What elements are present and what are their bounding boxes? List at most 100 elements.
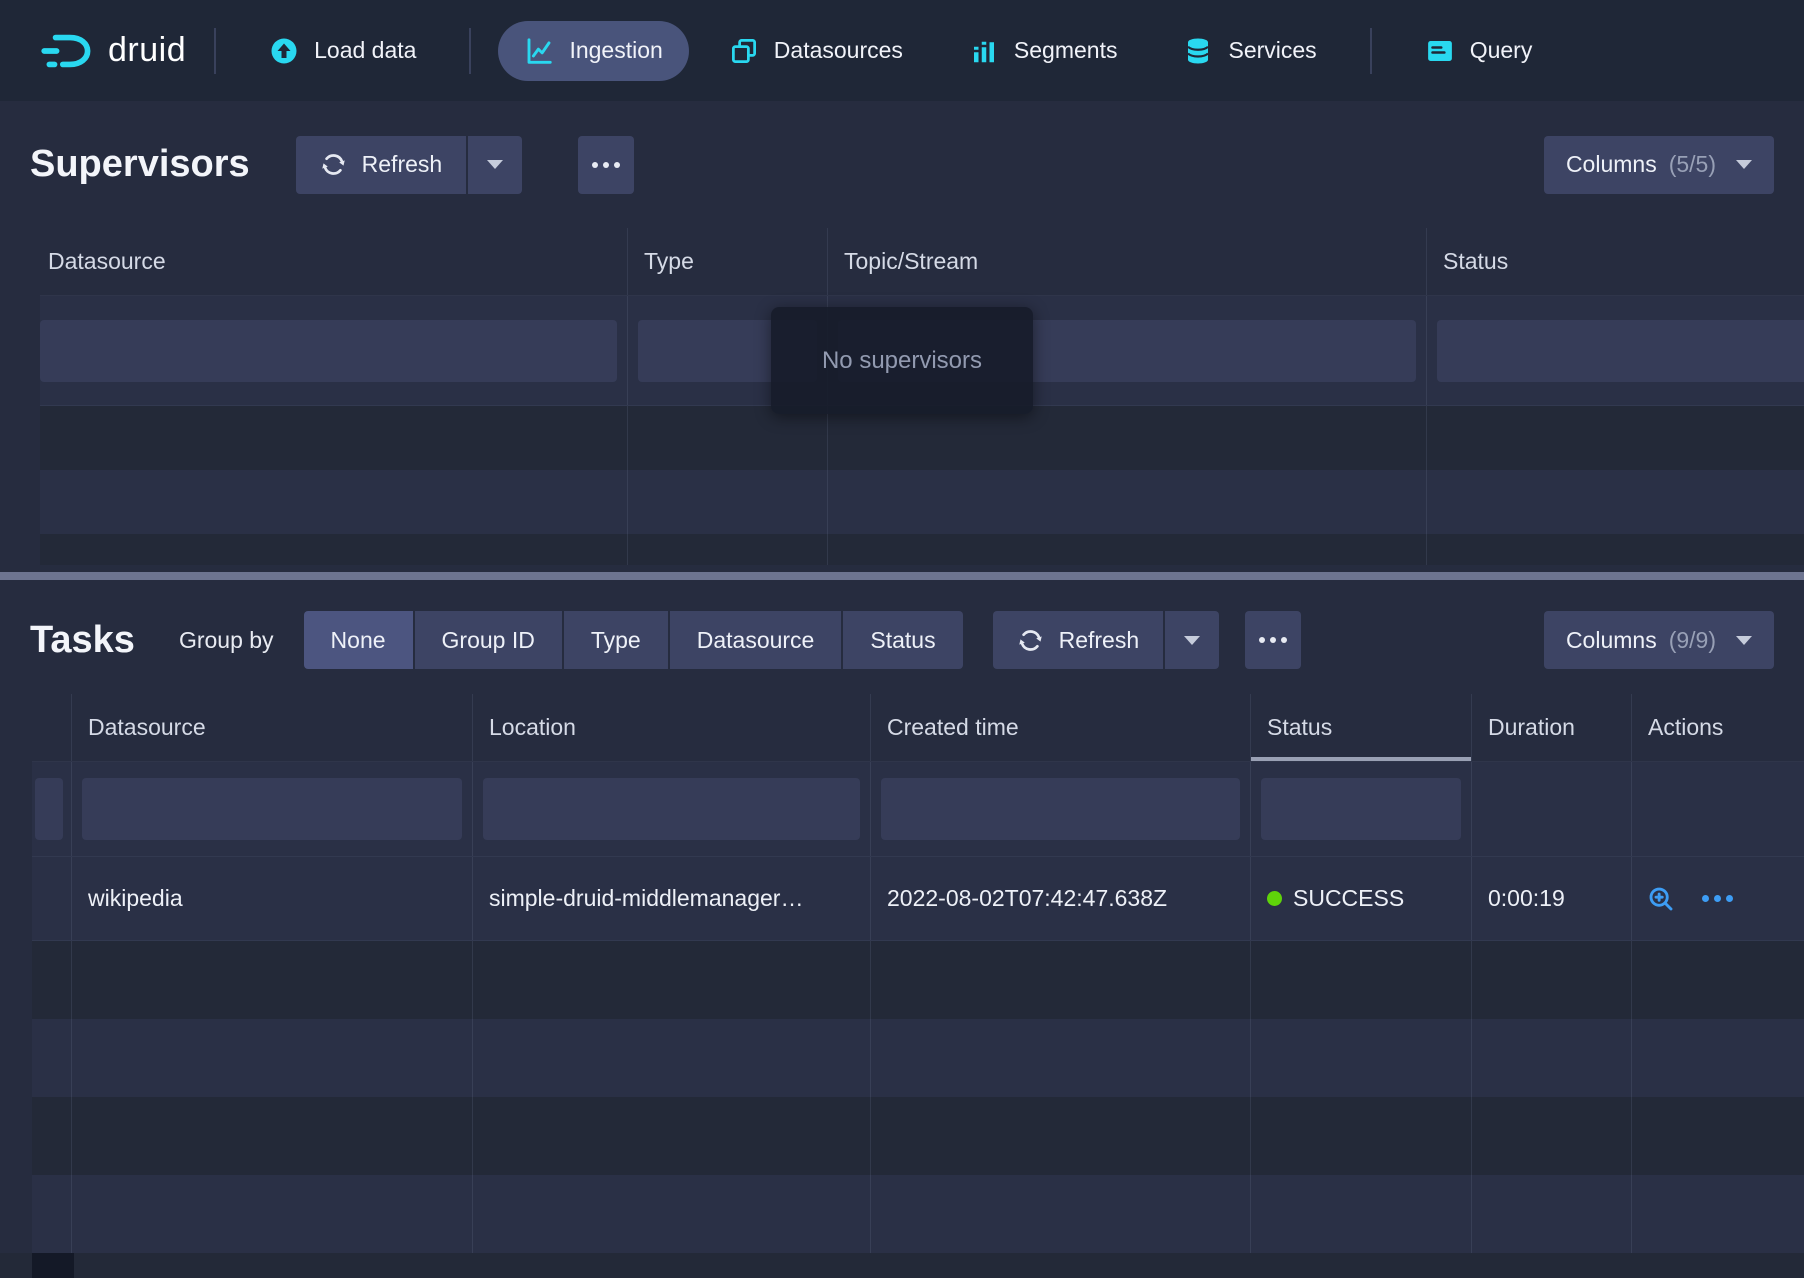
tasks-title: Tasks: [30, 619, 135, 662]
status-text: SUCCESS: [1293, 885, 1404, 912]
database-icon: [1183, 36, 1213, 66]
columns-count: (5/5): [1669, 151, 1716, 178]
nav-label: Load data: [314, 37, 416, 64]
columns-label: Columns: [1566, 627, 1657, 654]
tasks-refresh-interval-button[interactable]: [1165, 611, 1219, 669]
column-header-status-sorted[interactable]: Status: [1251, 694, 1472, 761]
druid-logo-icon: [38, 29, 100, 73]
supervisors-table: Datasource Type Topic/Stream Status No s…: [40, 228, 1804, 565]
horizontal-scrollbar-track: [0, 1253, 1804, 1278]
brand-home-link[interactable]: druid: [30, 29, 194, 73]
empty-table-row: [32, 1097, 1804, 1175]
caret-down-icon: [487, 160, 503, 169]
created-time-cell[interactable]: 2022-08-02T07:42:47.638Z: [871, 857, 1251, 940]
duration-cell[interactable]: 0:00:19: [1472, 857, 1632, 940]
group-by-group-id-button[interactable]: Group ID: [415, 611, 562, 669]
nav-label: Ingestion: [569, 37, 662, 64]
column-header-datasource[interactable]: Datasource: [72, 694, 473, 761]
splitter-zone: [0, 565, 1804, 586]
nav-ingestion[interactable]: Ingestion: [498, 21, 688, 81]
column-header-clipped[interactable]: [32, 694, 72, 761]
horizontal-resize-splitter[interactable]: [0, 572, 1804, 580]
column-header-status[interactable]: Status: [1427, 228, 1804, 295]
datasource-cell[interactable]: wikipedia: [72, 857, 473, 940]
nav-load-data[interactable]: Load data: [243, 21, 442, 81]
tasks-table: Datasource Location Created time Status …: [32, 694, 1804, 1253]
group-by-type-button[interactable]: Type: [564, 611, 668, 669]
columns-count: (9/9): [1669, 627, 1716, 654]
caret-down-icon: [1736, 636, 1752, 645]
no-supervisors-message: No supervisors: [771, 307, 1033, 414]
caret-down-icon: [1184, 636, 1200, 645]
column-header-duration[interactable]: Duration: [1472, 694, 1632, 761]
tasks-filter-row: [32, 762, 1804, 857]
filter-cell: [1427, 296, 1804, 405]
column-header-type[interactable]: Type: [628, 228, 828, 295]
refresh-label: Refresh: [362, 151, 443, 178]
tasks-refresh-button[interactable]: Refresh: [993, 611, 1164, 669]
nav-datasources[interactable]: Datasources: [703, 21, 929, 81]
supervisors-columns-button[interactable]: Columns (5/5): [1544, 136, 1774, 194]
actions-cell: [1632, 857, 1804, 940]
more-dots-icon: [592, 162, 620, 168]
datasource-filter-input[interactable]: [82, 778, 462, 840]
supervisors-title: Supervisors: [30, 143, 250, 186]
filter-cell: [1472, 762, 1632, 856]
nav-query[interactable]: Query: [1399, 21, 1559, 81]
group-by-datasource-button[interactable]: Datasource: [670, 611, 842, 669]
navbar-divider: [214, 28, 216, 74]
column-header-actions[interactable]: Actions: [1632, 694, 1804, 761]
layers-icon: [729, 36, 759, 66]
location-cell[interactable]: simple-druid-middlemanager…: [473, 857, 871, 940]
supervisors-section-header: Supervisors Refresh: [0, 101, 1804, 228]
clipped-filter-input[interactable]: [35, 778, 63, 840]
console-icon: [1425, 36, 1455, 66]
column-header-location[interactable]: Location: [473, 694, 871, 761]
clipped-cell: [32, 857, 72, 940]
nav-segments[interactable]: Segments: [943, 21, 1144, 81]
tasks-more-button[interactable]: [1245, 611, 1301, 669]
column-header-topic-stream[interactable]: Topic/Stream: [828, 228, 1427, 295]
empty-table-row: [32, 1175, 1804, 1253]
row-more-actions-icon[interactable]: [1702, 895, 1733, 902]
supervisors-refresh-interval-button[interactable]: [468, 136, 522, 194]
task-row-wikipedia[interactable]: wikipedia simple-druid-middlemanager… 20…: [32, 857, 1804, 941]
created-time-filter-input[interactable]: [881, 778, 1240, 840]
column-header-created-time[interactable]: Created time: [871, 694, 1251, 761]
refresh-label: Refresh: [1059, 627, 1140, 654]
refresh-icon: [320, 151, 347, 178]
column-header-datasource[interactable]: Datasource: [40, 228, 628, 295]
location-filter-input[interactable]: [483, 778, 860, 840]
empty-message-text: No supervisors: [822, 347, 982, 375]
empty-table-row: [40, 406, 1804, 470]
bar-chart-icon: [969, 36, 999, 66]
status-cell[interactable]: SUCCESS: [1251, 857, 1472, 940]
status-filter-input[interactable]: [1437, 320, 1804, 382]
supervisors-more-button[interactable]: [578, 136, 634, 194]
tasks-section-header: Tasks Group by None Group ID Type Dataso…: [0, 586, 1804, 694]
status-filter-input[interactable]: [1261, 778, 1461, 840]
datasource-filter-input[interactable]: [40, 320, 617, 382]
tasks-columns-button[interactable]: Columns (9/9): [1544, 611, 1774, 669]
empty-table-row: [40, 534, 1804, 565]
upload-circle-icon: [269, 36, 299, 66]
empty-table-row: [32, 1019, 1804, 1097]
tasks-refresh-group: Refresh: [993, 611, 1220, 669]
refresh-icon: [1017, 627, 1044, 654]
druid-console: druid Load data Ingestion: [0, 0, 1804, 1278]
supervisors-refresh-group: Refresh: [296, 136, 523, 194]
caret-down-icon: [1736, 160, 1752, 169]
nav-label: Datasources: [774, 37, 903, 64]
supervisors-refresh-button[interactable]: Refresh: [296, 136, 467, 194]
group-by-status-button[interactable]: Status: [843, 611, 962, 669]
group-by-segmented-control: None Group ID Type Datasource Status: [304, 611, 963, 669]
nav-services[interactable]: Services: [1157, 21, 1342, 81]
magnifier-plus-icon[interactable]: [1646, 884, 1676, 914]
line-chart-icon: [524, 36, 554, 66]
filter-cell: [871, 762, 1251, 856]
filter-cell: [72, 762, 473, 856]
group-by-none-button[interactable]: None: [304, 611, 413, 669]
top-navbar: druid Load data Ingestion: [0, 0, 1804, 101]
horizontal-scrollbar-thumb[interactable]: [32, 1253, 74, 1278]
navbar-divider: [1370, 28, 1372, 74]
